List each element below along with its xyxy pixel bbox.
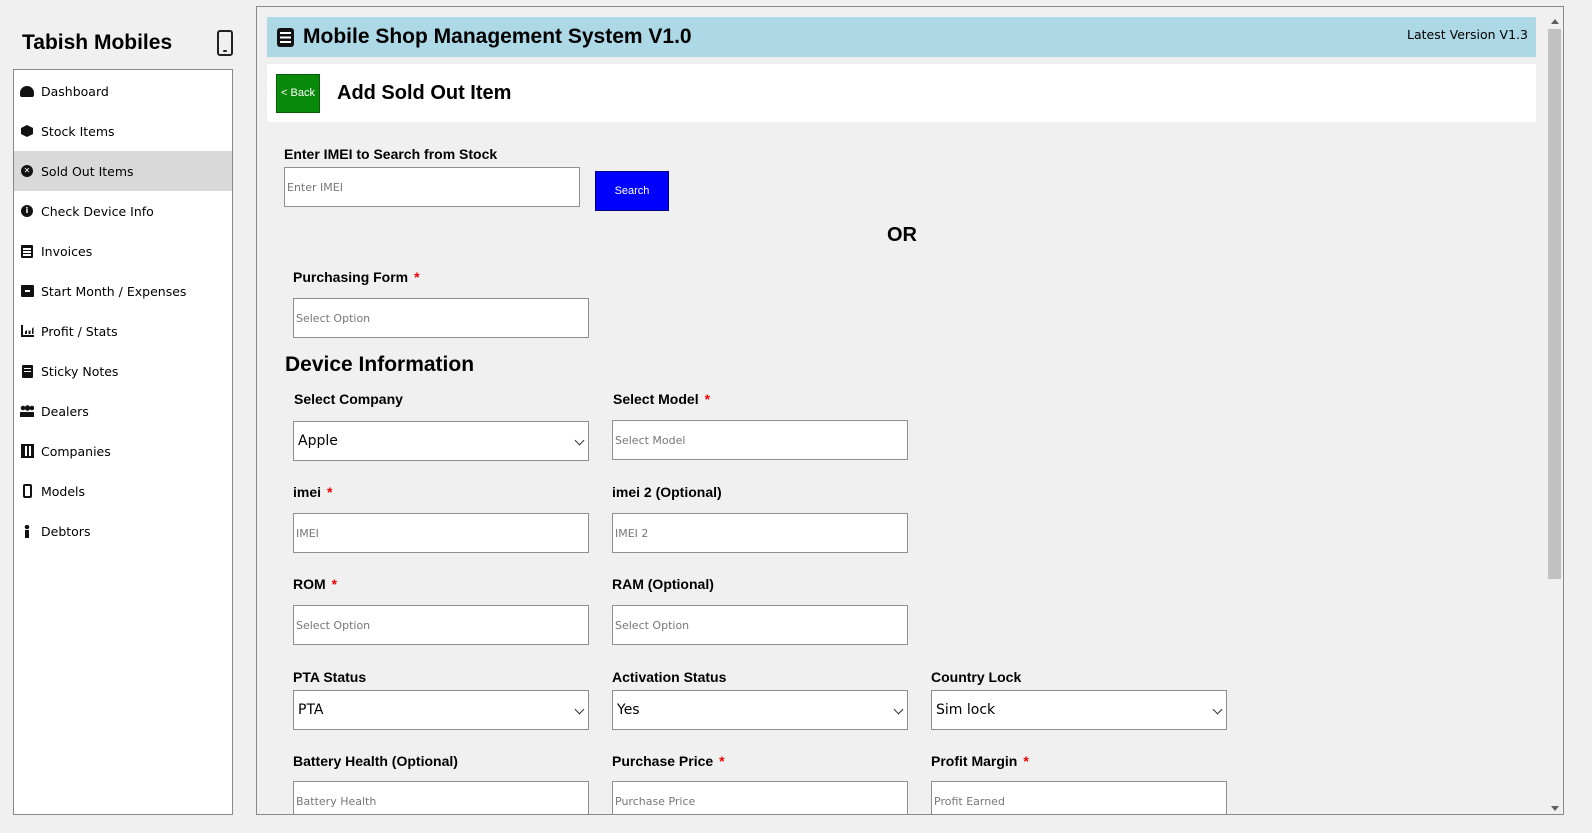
search-button[interactable]: Search [595, 171, 669, 211]
purchasing-form-select[interactable]: Select Option [293, 298, 589, 338]
info-icon: i [20, 204, 34, 218]
people-icon [20, 404, 34, 418]
title-bar: < Back Add Sold Out Item [267, 64, 1536, 122]
rom-label: ROM * [293, 576, 338, 592]
or-divider: OR [887, 224, 917, 246]
scroll-up-arrow-icon[interactable] [1551, 19, 1559, 24]
app-window: Tabish Mobiles Dashboard Stock Items ✕ S… [0, 0, 1592, 833]
sidebar-item-companies[interactable]: Companies [14, 431, 232, 471]
sidebar-item-label: Sold Out Items [41, 163, 134, 179]
sidebar-item-invoices[interactable]: Invoices [14, 231, 232, 271]
person-icon [20, 524, 34, 538]
sidebar-item-check-device-info[interactable]: i Check Device Info [14, 191, 232, 231]
note-icon [20, 364, 34, 378]
sidebar-item-label: Profit / Stats [41, 323, 118, 339]
imei-label: imei * [293, 484, 333, 500]
vertical-scrollbar[interactable] [1547, 17, 1562, 813]
ram-label: RAM (Optional) [612, 576, 714, 592]
model-label: Select Model * [613, 391, 711, 407]
ram-select[interactable]: Select Option [612, 605, 908, 645]
country-lock-label: Country Lock [931, 669, 1022, 685]
sidebar-item-label: Companies [41, 443, 111, 459]
scroll-thumb[interactable] [1548, 29, 1561, 579]
sidebar-item-label: Invoices [41, 243, 93, 259]
imei2-input[interactable]: IMEI 2 [612, 513, 908, 553]
chevron-down-icon [1212, 704, 1223, 715]
invoice-icon [20, 244, 34, 258]
sidebar: Dashboard Stock Items ✕ Sold Out Items i… [13, 69, 233, 815]
x-circle-icon: ✕ [20, 164, 34, 178]
purchasing-form-label: Purchasing Form * [293, 269, 420, 285]
company-select[interactable]: Apple [293, 421, 589, 461]
sidebar-item-label: Models [41, 483, 86, 499]
purchase-price-input[interactable]: Purchase Price [612, 781, 908, 814]
app-title: Mobile Shop Management System V1.0 [303, 25, 692, 48]
battery-health-input[interactable]: Battery Health [293, 781, 589, 814]
sidebar-item-label: Dealers [41, 403, 89, 419]
activation-status-label: Activation Status [612, 669, 727, 685]
brand-title: Tabish Mobiles [22, 31, 173, 54]
sidebar-item-dashboard[interactable]: Dashboard [14, 71, 232, 111]
sidebar-item-label: Dashboard [41, 83, 109, 99]
brand: Tabish Mobiles [22, 26, 237, 60]
imei2-label: imei 2 (Optional) [612, 484, 722, 500]
sidebar-item-label: Stock Items [41, 123, 115, 139]
country-lock-value: Sim lock [936, 702, 996, 718]
country-lock-select[interactable]: Sim lock [931, 690, 1227, 730]
sidebar-item-label: Check Device Info [41, 203, 154, 219]
scroll-down-arrow-icon[interactable] [1551, 806, 1559, 811]
archive-icon [20, 284, 34, 298]
sidebar-item-models[interactable]: Models [14, 471, 232, 511]
sidebar-item-profit-stats[interactable]: Profit / Stats [14, 311, 232, 351]
model-select[interactable]: Select Model [612, 420, 908, 460]
sidebar-item-start-month-expenses[interactable]: Start Month / Expenses [14, 271, 232, 311]
sidebar-item-label: Debtors [41, 523, 91, 539]
main-panel: Mobile Shop Management System V1.0 Lates… [256, 6, 1564, 815]
profit-margin-label: Profit Margin * [931, 753, 1029, 769]
sidebar-item-debtors[interactable]: Debtors [14, 511, 232, 551]
purchase-price-label: Purchase Price * [612, 753, 725, 769]
imei-input[interactable]: IMEI [293, 513, 589, 553]
mobile-icon [20, 484, 34, 498]
imei-search-input[interactable]: Enter IMEI [284, 167, 580, 207]
gauge-icon [20, 84, 34, 98]
battery-health-label: Battery Health (Optional) [293, 753, 458, 769]
imei-search-label: Enter IMEI to Search from Stock [284, 146, 498, 162]
mobile-phone-icon [217, 30, 233, 56]
sidebar-item-label: Sticky Notes [41, 363, 119, 379]
box-icon [20, 124, 34, 138]
activation-status-value: Yes [617, 702, 640, 718]
pta-status-value: PTA [298, 702, 324, 718]
sidebar-item-label: Start Month / Expenses [41, 283, 187, 299]
sidebar-item-sticky-notes[interactable]: Sticky Notes [14, 351, 232, 391]
sidebar-item-dealers[interactable]: Dealers [14, 391, 232, 431]
building-icon [20, 444, 34, 458]
pta-status-select[interactable]: PTA [293, 690, 589, 730]
version-label: Latest Version V1.3 [1407, 27, 1528, 42]
page-title: Add Sold Out Item [337, 81, 512, 104]
sidebar-item-stock-items[interactable]: Stock Items [14, 111, 232, 151]
sidebar-item-sold-out-items[interactable]: ✕ Sold Out Items [14, 151, 232, 191]
device-information-heading: Device Information [285, 353, 475, 376]
chevron-down-icon [574, 435, 585, 446]
header-bar: Mobile Shop Management System V1.0 Lates… [267, 17, 1536, 57]
company-label: Select Company [294, 391, 403, 407]
pta-status-label: PTA Status [293, 669, 367, 685]
activation-status-select[interactable]: Yes [612, 690, 908, 730]
chevron-down-icon [893, 704, 904, 715]
back-button[interactable]: < Back [276, 73, 320, 113]
list-icon [277, 27, 294, 47]
company-value: Apple [298, 433, 338, 449]
rom-select[interactable]: Select Option [293, 605, 589, 645]
chart-icon [20, 324, 34, 338]
chevron-down-icon [574, 704, 585, 715]
profit-margin-input[interactable]: Profit Earned [931, 781, 1227, 814]
